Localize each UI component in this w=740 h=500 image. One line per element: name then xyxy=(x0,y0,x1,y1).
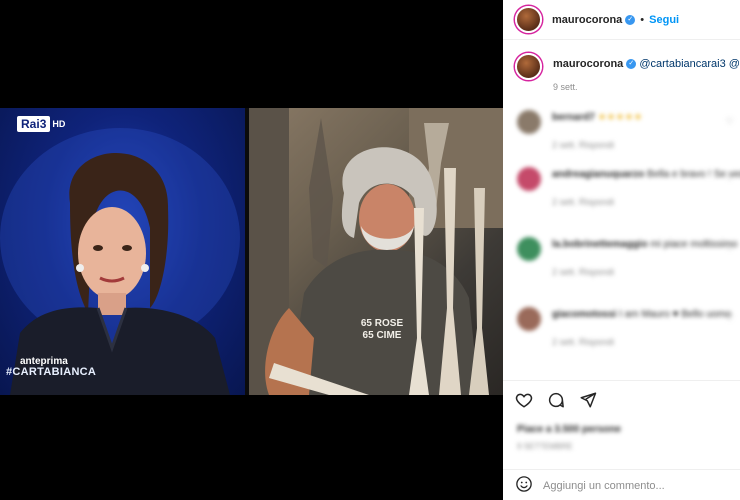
author-avatar[interactable] xyxy=(515,6,542,33)
tv-frame-image: Rai3 HD anteprima #CARTABIANCA 65 ROSE 6… xyxy=(0,108,503,395)
comment-like-icon[interactable]: ♡ xyxy=(726,313,734,324)
channel-logo: Rai3 HD xyxy=(17,115,65,133)
caption-username[interactable]: maurocorona xyxy=(553,58,623,70)
comment-meta[interactable]: 2 sett. Rispondi xyxy=(552,140,614,150)
comment-like-icon[interactable]: ♡ xyxy=(726,116,734,127)
shirt-print-line-2: 65 CIME xyxy=(362,330,402,341)
comment-meta[interactable]: 2 sett. Rispondi xyxy=(552,197,614,207)
likes-count[interactable]: Piace a 3.500 persone xyxy=(517,424,621,435)
comment-avatar[interactable] xyxy=(517,237,541,261)
caption-avatar[interactable] xyxy=(515,53,542,80)
comment-avatar[interactable] xyxy=(517,167,541,191)
comment-text-row: andreagianuquarzo Bella e bravo ! Se ved… xyxy=(552,169,740,180)
author-username[interactable]: maurocorona xyxy=(552,14,622,26)
comment-body: ★★★★★ xyxy=(597,112,643,123)
comment-username[interactable]: bernard7 xyxy=(552,112,595,123)
comment-text-row: la.bobrinettemaggio mi piace moltissimo xyxy=(552,239,738,250)
shirt-print: 65 ROSE 65 CIME xyxy=(352,318,412,342)
heart-icon[interactable] xyxy=(515,391,533,409)
comment-username[interactable]: giacomotossi xyxy=(552,309,616,320)
presenter-illustration xyxy=(0,128,240,395)
comment-meta[interactable]: 2 sett. Rispondi xyxy=(552,267,614,277)
post-sidebar: maurocorona ✓ • Segui maurocorona ✓ @cart… xyxy=(503,0,740,500)
post-header: maurocorona ✓ • Segui xyxy=(503,0,740,40)
emoji-smiley-icon[interactable] xyxy=(515,475,533,496)
comment-username[interactable]: la.bobrinettemaggio xyxy=(552,239,648,250)
comment-bubble-icon[interactable] xyxy=(547,391,565,409)
comment-item: bernard7 ★★★★★ 2 sett. Rispondi ♡ xyxy=(517,110,740,170)
caption-text[interactable]: @cartabiancarai3 @ire xyxy=(639,58,740,70)
caption-row: maurocorona✓ @cartabiancarai3 @ire xyxy=(553,58,740,70)
shirt-print-line-1: 65 ROSE xyxy=(360,318,404,329)
channel-logo-text: Rai3 xyxy=(17,116,51,132)
comment-body: I am Mauro ♥ Bello uomo xyxy=(619,309,732,320)
comment-item: andreagianuquarzo Bella e bravo ! Se ved… xyxy=(517,167,740,227)
add-comment-bar: Aggiungi un commento... xyxy=(503,469,740,500)
post-actions: Piace a 3.500 persone 9 SETTEMBRE Aggiun… xyxy=(503,380,740,500)
add-comment-input[interactable]: Aggiungi un commento... xyxy=(543,480,665,492)
comment-like-icon[interactable]: ♡ xyxy=(726,243,734,254)
comment-item: giacomotossi I am Mauro ♥ Bello uomo 2 s… xyxy=(517,307,740,367)
channel-hd-label: HD xyxy=(52,119,66,129)
comment-username[interactable]: andreagianuquarzo xyxy=(552,169,644,180)
program-overlay: anteprima #CARTABIANCA xyxy=(6,356,96,378)
comment-text-row: bernard7 ★★★★★ xyxy=(552,112,642,123)
guest-panel: 65 ROSE 65 CIME xyxy=(249,108,503,395)
caption-time: 9 sett. xyxy=(553,82,578,92)
separator-dot: • xyxy=(640,13,645,26)
verified-badge-icon: ✓ xyxy=(626,59,637,70)
overlay-line-2: #CARTABIANCA xyxy=(6,366,97,378)
presenter-panel: Rai3 HD anteprima #CARTABIANCA xyxy=(0,108,247,395)
comment-item: la.bobrinettemaggio mi piace moltissimo … xyxy=(517,237,740,297)
verified-badge-icon: ✓ xyxy=(625,14,636,25)
paper-plane-icon[interactable] xyxy=(579,391,597,409)
guest-illustration xyxy=(249,108,503,395)
comment-meta[interactable]: 2 sett. Rispondi xyxy=(552,337,614,347)
comment-like-icon[interactable]: ♡ xyxy=(726,173,734,184)
post-date: 9 SETTEMBRE xyxy=(517,442,573,451)
follow-button[interactable]: Segui xyxy=(649,14,679,26)
comment-text-row: giacomotossi I am Mauro ♥ Bello uomo xyxy=(552,309,731,320)
comment-avatar[interactable] xyxy=(517,307,541,331)
post-media[interactable]: Rai3 HD anteprima #CARTABIANCA 65 ROSE 6… xyxy=(0,0,503,500)
comment-avatar[interactable] xyxy=(517,110,541,134)
comment-body: mi piace moltissimo xyxy=(650,239,738,250)
action-icon-row xyxy=(515,391,597,409)
